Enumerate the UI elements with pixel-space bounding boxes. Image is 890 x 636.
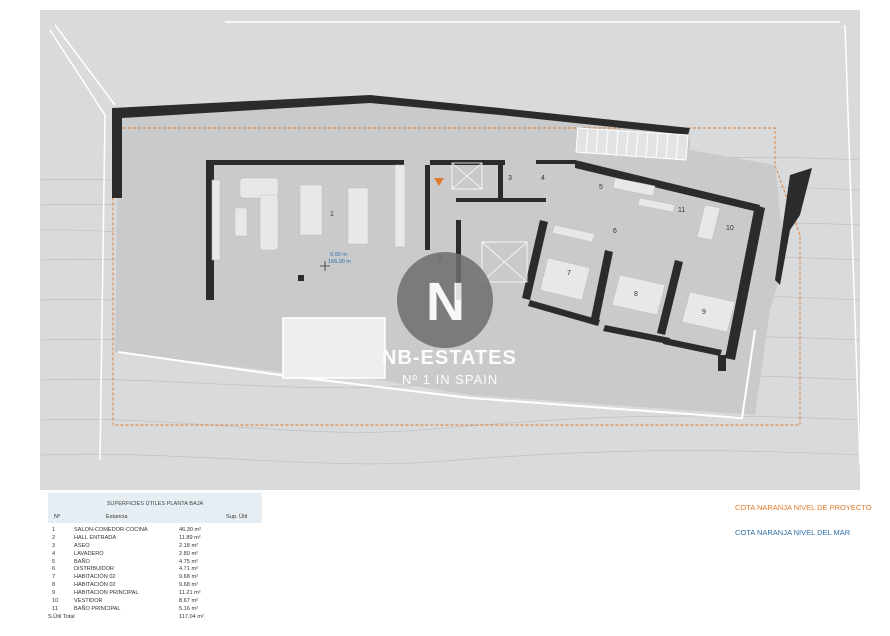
row-room: HALL ENTRADA	[74, 534, 117, 541]
row-area: 46.30 m²	[179, 527, 202, 533]
row-number: 1	[52, 527, 56, 533]
total-area: 117.04 m²	[179, 613, 204, 620]
column-number: Nº	[54, 514, 61, 520]
floor-plan: 0.00 m 166.00 m 1 2 3 4 5 6 7 8 9 10 11 …	[39, 10, 861, 490]
row-number: 9	[52, 590, 56, 597]
room-number: 7	[567, 270, 571, 277]
level-project: 0.00 m	[330, 252, 347, 258]
total-label: S.Útil Total	[48, 613, 75, 620]
row-area: 8.67 m²	[179, 598, 198, 605]
watermark-logo: N	[397, 252, 493, 348]
table-row: 9 HABITACION PRINCIPAL 11.21 m²	[48, 590, 262, 598]
column-area: Sup. Útil	[226, 514, 248, 520]
legend-project-level: COTA NARANJA NIVEL DE PROYECTO	[735, 503, 872, 512]
area-table-rows: 1 SALON-COMEDOR-COCINA 46.30 m² 2 HALL ENTR…	[48, 523, 262, 622]
row-area: 2.80 m²	[179, 550, 198, 557]
watermark-tagline: Nº 1 IN SPAIN	[402, 372, 498, 387]
room-number: 1	[330, 211, 334, 218]
table-row: 8 HABITACIÓN 02 9.68 m²	[48, 582, 262, 590]
row-number: 3	[52, 542, 56, 549]
row-number: 4	[52, 550, 56, 557]
row-room: ASEO	[74, 542, 90, 549]
room-number: 5	[599, 184, 603, 191]
row-number: 7	[52, 574, 56, 581]
row-area: 9.68 m²	[179, 574, 198, 581]
table-total-row: S.Útil Total 117.04 m²	[48, 614, 262, 622]
row-area: 9.68 m²	[179, 582, 198, 589]
table-row: 1 SALON-COMEDOR-COCINA 46.30 m²	[48, 527, 262, 535]
legend-sea-level: COTA NARANJA NIVEL DEL MAR	[735, 528, 851, 537]
room-number: 4	[541, 175, 545, 182]
room-number: 9	[702, 309, 706, 316]
row-area: 2.18 m²	[179, 542, 198, 549]
room-number: 3	[508, 175, 512, 182]
row-room: LAVADERO	[74, 550, 104, 557]
area-table: SUPERFICIES ÚTILES PLANTA BAJA Nº Estanc…	[48, 493, 262, 636]
row-room: BAÑO	[74, 558, 90, 565]
row-area: 11.21 m²	[179, 590, 201, 597]
row-room: VESTIDOR	[74, 598, 103, 605]
watermark-letter: N	[426, 272, 465, 332]
room-number: 6	[613, 228, 617, 235]
row-room: HABITACION PRINCIPAL	[74, 590, 139, 597]
watermark-name: NB-ESTATES	[382, 347, 517, 369]
row-area: 4.71 m²	[179, 566, 198, 573]
row-area: 11.89 m²	[179, 534, 201, 541]
room-number: 11	[678, 207, 685, 214]
row-room: HABITACIÓN 02	[74, 574, 116, 581]
row-number: 10	[52, 598, 59, 605]
row-room: BAÑO PRINCIPAL	[74, 605, 121, 612]
row-number: 2	[52, 534, 56, 541]
row-number: 11	[52, 605, 58, 612]
table-row: 5 BAÑO 4.75 m²	[48, 559, 262, 567]
row-room: SALON-COMEDOR-COCINA	[74, 527, 148, 533]
table-row: 3 ASEO 2.18 m²	[48, 543, 262, 551]
row-number: 8	[52, 582, 56, 589]
area-table-header: SUPERFICIES ÚTILES PLANTA BAJA Nº Estanc…	[48, 493, 262, 523]
table-row: 10 VESTIDOR 8.67 m²	[48, 598, 262, 606]
level-sea: 166.00 m	[328, 259, 351, 265]
row-area: 4.75 m²	[179, 558, 198, 565]
pool	[282, 317, 386, 379]
column-room: Estancia	[106, 514, 128, 520]
row-number: 5	[52, 558, 56, 565]
table-row: 2 HALL ENTRADA 11.89 m²	[48, 535, 262, 543]
row-area: 5.16 m²	[179, 605, 198, 612]
table-row: 4 LAVADERO 2.80 m²	[48, 551, 262, 559]
row-room: HABITACIÓN 02	[74, 582, 116, 589]
row-room: DISTRIBUIDOR	[74, 566, 115, 573]
row-number: 6	[52, 566, 56, 573]
room-number: 8	[634, 291, 638, 298]
table-row: 11 BAÑO PRINCIPAL 5.16 m²	[48, 606, 262, 614]
room-number: 10	[726, 225, 734, 232]
area-table-title: SUPERFICIES ÚTILES PLANTA BAJA	[106, 501, 204, 507]
